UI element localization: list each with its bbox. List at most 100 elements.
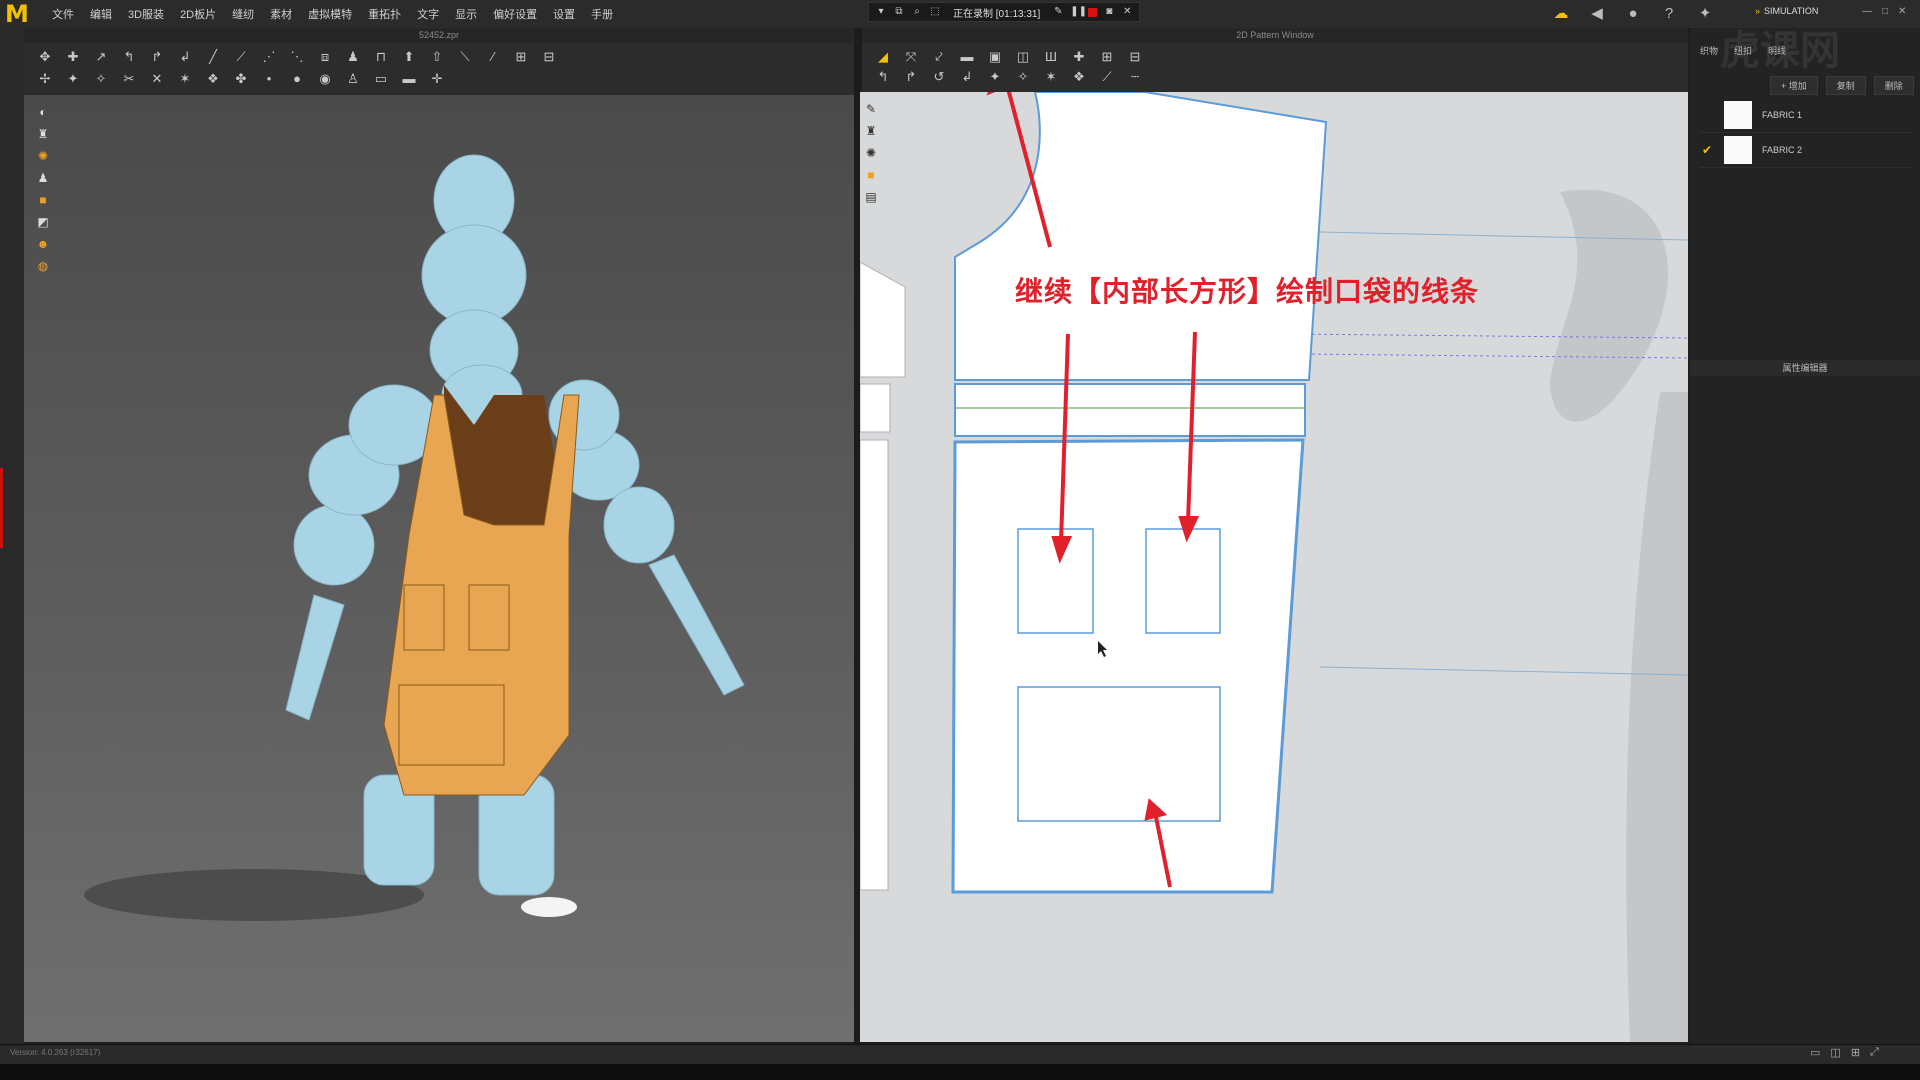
close-icon[interactable]: ✕ [1121, 6, 1133, 18]
texture-2d-icon[interactable]: ✶ [1040, 67, 1062, 87]
menu-item-file[interactable]: 文件 [44, 0, 82, 28]
fold-2d-icon[interactable]: ↰ [872, 67, 894, 87]
select-mesh-icon[interactable]: ✚ [62, 47, 84, 67]
crop-icon[interactable]: ⬚ [929, 6, 941, 18]
layer-icon[interactable]: ▭ [370, 69, 392, 89]
sphere-view-icon[interactable]: ◍ [34, 257, 52, 275]
pattern-icon[interactable]: ✤ [230, 69, 252, 89]
help-icon[interactable]: ? [1658, 3, 1680, 25]
select-move-icon[interactable]: ✥ [34, 47, 56, 67]
edit-curve-icon[interactable]: ⟋ [230, 47, 252, 67]
avatar-view-icon[interactable]: ♟ [34, 169, 52, 187]
user-icon[interactable]: ● [1622, 3, 1644, 25]
internal-rectangle-icon[interactable]: ▣ [984, 47, 1006, 67]
pen-icon[interactable]: ✎ [1052, 6, 1064, 18]
sphere-edit-icon[interactable]: ◉ [314, 69, 336, 89]
menu-item-text[interactable]: 文字 [409, 0, 447, 28]
layer2-icon[interactable]: ▬ [398, 69, 420, 89]
zipper-icon[interactable]: ⇧ [426, 47, 448, 67]
avatar-icon[interactable]: ♟ [342, 47, 364, 67]
pattern-fabric-icon[interactable]: ■ [862, 166, 880, 184]
select-pin-icon[interactable]: ↗ [90, 47, 112, 67]
menu-item-sewing[interactable]: 缝纫 [224, 0, 262, 28]
grid-2d-alt-icon[interactable]: ⊟ [1124, 47, 1146, 67]
menu-item-edit[interactable]: 编辑 [82, 0, 120, 28]
pattern-texture-icon[interactable]: ✺ [862, 144, 880, 162]
arrange-icon[interactable]: ⧈ [314, 47, 336, 67]
shade-view-icon[interactable]: ◩ [34, 213, 52, 231]
minimize-icon[interactable]: — [1862, 6, 1872, 17]
anchor-icon[interactable]: ✢ [34, 69, 56, 89]
menu-item-settings[interactable]: 设置 [545, 0, 583, 28]
skin-view-icon[interactable]: ☻ [34, 235, 52, 253]
dropdown-icon[interactable]: ▾ [875, 6, 887, 18]
trim-2d-icon[interactable]: ❖ [1068, 67, 1090, 87]
pattern-grid-icon[interactable]: ▤ [862, 188, 880, 206]
fold-arrange-icon[interactable]: ↱ [146, 47, 168, 67]
simulation-mode[interactable]: » SIMULATION [1755, 6, 1818, 16]
fold-icon[interactable]: ↰ [118, 47, 140, 67]
add-point-icon[interactable]: ⤦ [928, 47, 950, 67]
window-icon[interactable]: ⧉ [893, 6, 905, 18]
2d-pattern-canvas[interactable] [860, 92, 1688, 1042]
layout-grid-icon[interactable]: ⊞ [1851, 1046, 1860, 1059]
arrange-2d-icon[interactable]: ↱ [900, 67, 922, 87]
pattern-view-icon[interactable]: ♜ [862, 122, 880, 140]
tab-buttons[interactable]: 纽扣 [1734, 44, 1752, 57]
menu-item-avatar[interactable]: 虚拟模特 [300, 0, 360, 28]
camera-icon[interactable]: ◙ [1103, 6, 1115, 18]
grid-icon[interactable]: ⊞ [510, 47, 532, 67]
cross-icon[interactable]: ✕ [146, 69, 168, 89]
cloud-icon[interactable]: ☁ [1550, 3, 1572, 25]
menu-item-2d-pattern[interactable]: 2D板片 [172, 0, 224, 28]
button-icon[interactable]: ⊓ [370, 47, 392, 67]
tab-topstitch[interactable]: 明线 [1768, 44, 1786, 57]
flip-2d-icon[interactable]: ↲ [956, 67, 978, 87]
maximize-icon[interactable]: □ [1882, 6, 1888, 17]
grid2-icon[interactable]: ⊟ [538, 47, 560, 67]
window-close-icon[interactable]: ✕ [1898, 6, 1906, 17]
settings-icon[interactable]: ✦ [1694, 3, 1716, 25]
sphere-icon[interactable]: ● [286, 69, 308, 89]
fold-arrow-icon[interactable]: ↲ [174, 47, 196, 67]
ruler-icon[interactable]: ∕ [482, 47, 504, 67]
pen-tool-icon[interactable]: ╱ [202, 47, 224, 67]
pause-icon[interactable]: ❚❚ [1070, 6, 1087, 18]
sew-icon[interactable]: ✚ [1068, 47, 1090, 67]
menu-item-manual[interactable]: 手册 [583, 0, 621, 28]
pattern-list-icon[interactable]: ✎ [862, 100, 880, 118]
shrink-icon[interactable]: ✧ [90, 69, 112, 89]
zoom-icon[interactable]: ⌕ [911, 6, 923, 18]
menu-item-display[interactable]: 显示 [447, 0, 485, 28]
fullscreen-icon[interactable]: ⤢ [1870, 1046, 1879, 1059]
speaker-icon[interactable]: ◀ [1586, 3, 1608, 25]
texture-icon[interactable]: ✶ [174, 69, 196, 89]
edit-point-icon[interactable]: ⤧ [900, 47, 922, 67]
fabric-view-icon[interactable]: ■ [34, 191, 52, 209]
line-2d-icon[interactable]: ┄ [1124, 67, 1146, 87]
delete-button[interactable]: 删除 [1873, 76, 1914, 95]
copy-button[interactable]: 复制 [1825, 76, 1866, 95]
menu-item-retopology[interactable]: 重拓扑 [360, 0, 409, 28]
menu-item-materials[interactable]: 素材 [262, 0, 300, 28]
point-icon[interactable]: • [258, 69, 280, 89]
graphic-icon[interactable]: ❖ [202, 69, 224, 89]
3d-viewport[interactable]: ◐ ♜ ✺ ♟ ■ ◩ ☻ ◍ [24, 95, 854, 1042]
transform-pattern-icon[interactable]: ◢ [872, 47, 894, 67]
stop-record-icon[interactable] [1088, 7, 1098, 17]
rotate-2d-icon[interactable]: ↺ [928, 67, 950, 87]
measure-icon[interactable]: ⟍ [454, 47, 476, 67]
fabric-row-2[interactable]: ✔ FABRIC 2 [1700, 133, 1912, 168]
layout-single-icon[interactable]: ▭ [1810, 1046, 1820, 1059]
camera-view-icon[interactable]: ◐ [34, 103, 52, 121]
topstitch-2d-icon[interactable]: ⟋ [1096, 67, 1118, 87]
cut-icon[interactable]: ✂ [118, 69, 140, 89]
layout-split-icon[interactable]: ◫ [1830, 1046, 1840, 1059]
pin-2d-icon[interactable]: ✧ [1012, 67, 1034, 87]
garment-view-icon[interactable]: ♜ [34, 125, 52, 143]
grid-2d-icon[interactable]: ⊞ [1096, 47, 1118, 67]
texture-view-icon[interactable]: ✺ [34, 147, 52, 165]
tab-fabric[interactable]: 织物 [1700, 44, 1718, 57]
transform-icon[interactable]: ✛ [426, 69, 448, 89]
menu-item-preferences[interactable]: 偏好设置 [485, 0, 545, 28]
